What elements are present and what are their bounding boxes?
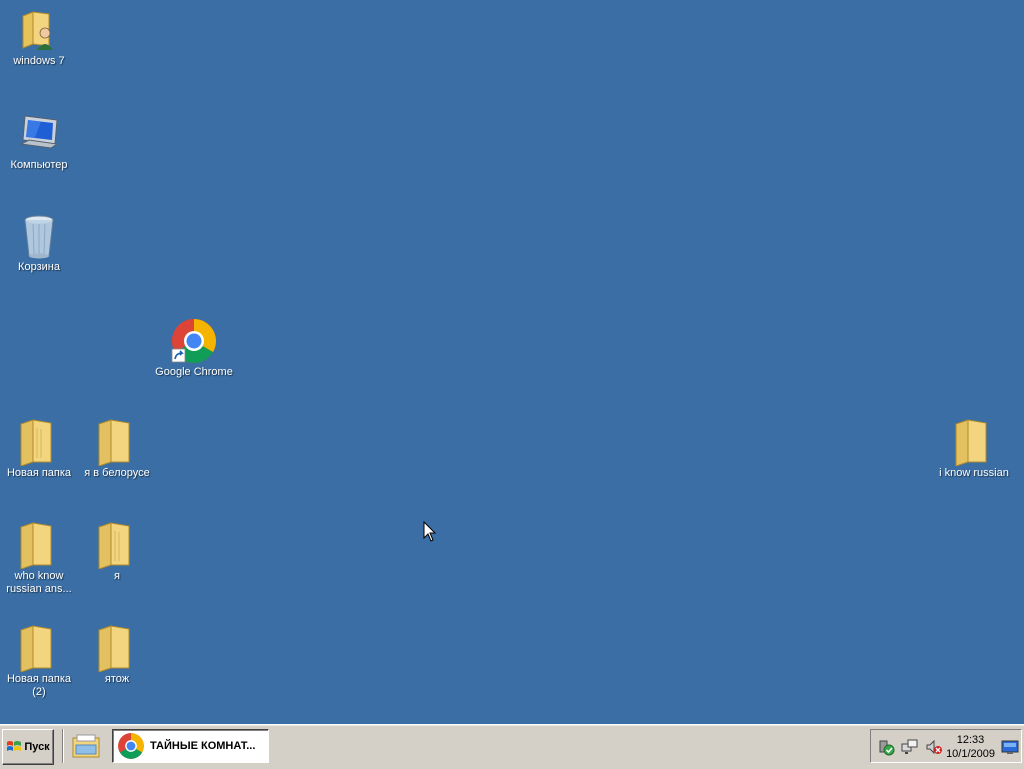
desktop-icon-folder-ya-v-beloruse[interactable]: я в белорусе [78,418,156,480]
desktop-icon-recycle-bin[interactable]: Корзина [0,212,78,274]
folder-icon [93,624,141,673]
desktop-icon-folder-i-know-russian[interactable]: i know russian [934,418,1014,480]
safely-remove-icon[interactable] [877,738,895,756]
windows-logo-icon [7,741,22,751]
desktop-icon-label: i know russian [939,467,1009,479]
taskbar: Пуск ТАЙНЫЕ КОМНАТ... 12:33 10/1/2009 [0,724,1024,769]
desktop-icon-folder-new-2[interactable]: Новая папка (2) [0,624,78,699]
recycle-bin-icon [15,212,63,260]
system-tray: 12:33 10/1/2009 [870,729,1022,763]
network-icon[interactable] [901,738,919,756]
chrome-icon [118,733,144,759]
explorer-icon[interactable] [71,733,101,759]
show-desktop-icon[interactable] [1001,739,1019,757]
desktop-icon-google-chrome[interactable]: Google Chrome [155,317,233,379]
folder-icon [15,624,63,673]
desktop-icon-label: Компьютер [10,159,68,171]
clock-time: 12:33 [956,734,985,746]
desktop-icon-label: я в белорусе [84,467,150,479]
desktop-icon-folder-ya[interactable]: я [78,521,156,583]
task-label: ТАЙНЫЕ КОМНАТ... [150,740,256,752]
taskbar-button-chrome[interactable]: ТАЙНЫЕ КОМНАТ... [112,729,269,763]
desktop-icon-computer[interactable]: Компьютер [0,110,78,172]
desktop-icon-label: ятож [104,673,130,685]
desktop-icon-label: who know russian ans... [6,570,72,595]
folder-icon [93,521,141,570]
desktop-icon-label: windows 7 [13,55,65,67]
desktop-icon-label: Новая папка [6,467,72,479]
chrome-shortcut-icon [170,317,218,365]
start-button[interactable]: Пуск [2,729,54,765]
desktop: windows 7 Компьютер Корзина Google Chrom… [0,0,1024,724]
folder-icon [950,418,998,467]
start-label: Пуск [24,741,50,753]
volume-muted-icon[interactable] [925,738,943,756]
desktop-icon-label: я [114,570,120,582]
mouse-cursor-icon [423,520,437,546]
clock[interactable]: 12:33 10/1/2009 [946,733,995,761]
folder-icon [15,521,63,570]
desktop-icon-folder-who-know-russian[interactable]: who know russian ans... [0,521,78,596]
desktop-icon-windows7[interactable]: windows 7 [0,6,78,68]
desktop-icon-folder-new[interactable]: Новая папка [0,418,78,480]
folder-icon [93,418,141,467]
desktop-icon-folder-yatozh[interactable]: ятож [78,624,156,686]
desktop-icon-label: Google Chrome [155,366,233,378]
desktop-icon-label: Корзина [18,261,60,273]
folder-icon [15,418,63,467]
desktop-icon-label: Новая папка (2) [6,673,72,698]
computer-icon [15,110,63,158]
user-folder-icon [15,6,63,54]
quick-launch-bar [62,729,109,763]
clock-date: 10/1/2009 [946,748,995,760]
